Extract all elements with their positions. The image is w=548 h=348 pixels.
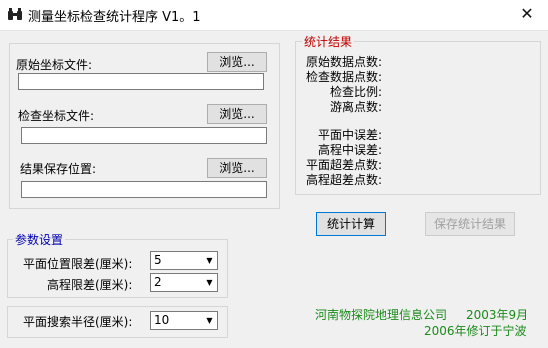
chevron-down-icon[interactable]: ▼ (202, 252, 217, 269)
check-file-input[interactable] (21, 127, 267, 144)
result-location-label: 结果保存位置: (20, 162, 97, 176)
result-location-input[interactable] (21, 181, 267, 198)
close-icon[interactable]: ✕ (509, 0, 545, 28)
check-file-label: 检查坐标文件: (18, 109, 95, 123)
params-group-title: 参数设置 (13, 231, 66, 248)
title-bar: 测量坐标检查统计程序 V1。1 ✕ (0, 0, 548, 31)
browse-original-button[interactable]: 浏览... (207, 52, 267, 72)
window-title: 测量坐标检查统计程序 V1。1 (28, 10, 201, 25)
search-radius-label: 平面搜索半径(厘米): (23, 315, 133, 329)
binoculars-icon (8, 8, 22, 20)
credits-org: 河南物探院地理信息公司 (315, 308, 448, 322)
compute-button[interactable]: 统计计算 (316, 212, 386, 236)
plane-limit-value: 5 (154, 253, 162, 267)
height-limit-select[interactable]: 2 ▼ (150, 273, 218, 292)
height-exceed-label: 高程超差点数: (306, 173, 383, 187)
search-radius-value: 10 (154, 313, 170, 327)
credits-date: 2003年9月 (466, 308, 529, 322)
chevron-down-icon[interactable]: ▼ (202, 274, 217, 291)
height-limit-value: 2 (154, 275, 162, 289)
original-file-input[interactable] (18, 73, 264, 90)
original-file-label: 原始坐标文件: (16, 58, 93, 72)
stats-group-title: 统计结果 (302, 33, 355, 50)
outlier-count-label: 游离点数: (330, 100, 383, 114)
browse-result-button[interactable]: 浏览... (207, 158, 267, 178)
chevron-down-icon[interactable]: ▼ (202, 312, 217, 329)
plane-limit-select[interactable]: 5 ▼ (150, 251, 218, 270)
plane-limit-label: 平面位置限差(厘米): (23, 257, 133, 271)
browse-check-button[interactable]: 浏览... (207, 104, 267, 124)
height-limit-label: 高程限差(厘米): (47, 278, 133, 292)
search-radius-select[interactable]: 10 ▼ (150, 311, 218, 330)
credits-revision: 2006年修订于宁波 (424, 324, 527, 338)
save-results-button[interactable]: 保存统计结果 (425, 212, 515, 236)
